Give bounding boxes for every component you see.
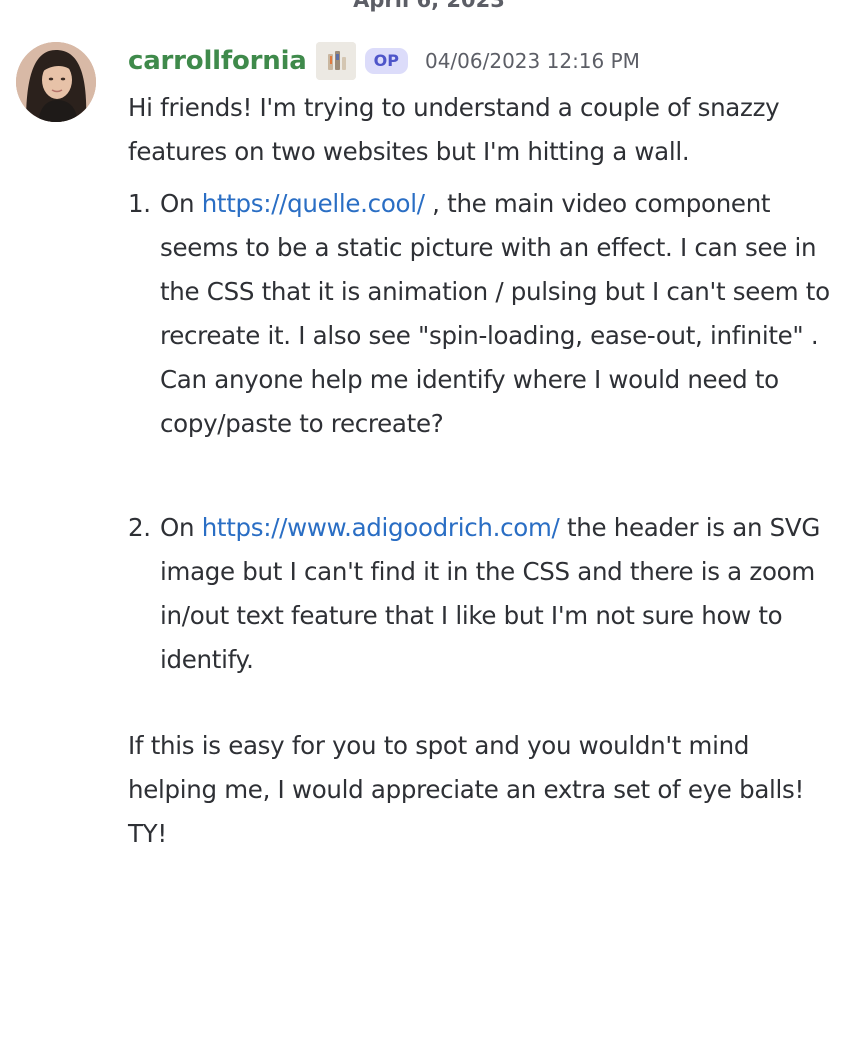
- op-badge: OP: [364, 48, 408, 74]
- message-intro: Hi friends! I'm trying to understand a c…: [128, 93, 780, 166]
- message: carrollfornia OP 04/06/2023 12:16 PM Hi …: [128, 42, 842, 856]
- list-item-text-before: On: [160, 189, 202, 218]
- message-list: 1. On https://quelle.cool/ , the main vid…: [128, 182, 842, 682]
- username[interactable]: carrollfornia: [128, 46, 307, 76]
- list-item: 1. On https://quelle.cool/ , the main vid…: [128, 182, 842, 446]
- list-item-text-before: On: [160, 513, 202, 542]
- role-icon[interactable]: [315, 42, 356, 80]
- timestamp[interactable]: 04/06/2023 12:16 PM: [425, 49, 640, 73]
- list-item-number: 1.: [128, 189, 151, 218]
- message-outro: If this is easy for you to spot and you …: [128, 731, 805, 848]
- quelle-link[interactable]: https://quelle.cool/: [202, 189, 425, 218]
- role-icon-image: [315, 42, 356, 80]
- message-header: carrollfornia OP 04/06/2023 12:16 PM: [128, 42, 842, 80]
- list-item-number: 2.: [128, 513, 151, 542]
- list-item: 2. On https://www.adigoodrich.com/ the he…: [128, 506, 842, 682]
- adigoodrich-link[interactable]: https://www.adigoodrich.com/: [202, 513, 560, 542]
- message-content: Hi friends! I'm trying to understand a c…: [128, 86, 842, 856]
- list-item-text-after: , the main video component seems to be a…: [160, 189, 830, 438]
- avatar-image: [16, 42, 96, 122]
- date-divider: April 6, 2023: [353, 0, 505, 12]
- avatar[interactable]: [16, 42, 96, 122]
